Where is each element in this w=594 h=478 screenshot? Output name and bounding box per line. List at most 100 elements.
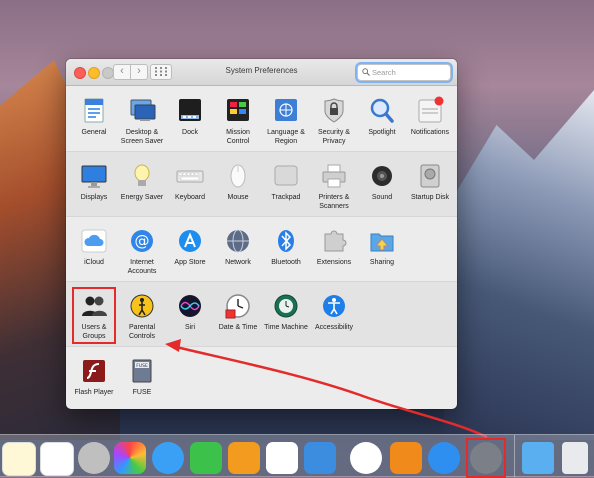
flash-player-icon [79, 356, 109, 386]
pref-accessibility[interactable]: Accessibility [310, 291, 358, 333]
spotlight-icon [367, 96, 397, 126]
search-field[interactable] [357, 64, 451, 81]
network-icon [223, 226, 253, 256]
mission-control-icon [223, 96, 253, 126]
search-icon [362, 68, 370, 76]
pref-label: General [81, 129, 107, 136]
users-groups-highlight [72, 287, 116, 344]
pref-siri[interactable]: Siri [166, 291, 214, 333]
pref-label: Displays [80, 194, 108, 201]
pref-security-privacy[interactable]: Security & Privacy [310, 96, 358, 146]
pref-network[interactable]: Network [214, 226, 262, 268]
pref-label: Desktop & Screen Saver [120, 129, 164, 145]
app-store-icon[interactable] [428, 442, 460, 474]
pref-label: Spotlight [368, 129, 396, 136]
siri-icon [175, 291, 205, 321]
pref-mouse[interactable]: Mouse [214, 161, 262, 203]
pref-label: FUSE [132, 389, 152, 396]
pref-label: Siri [184, 324, 196, 331]
search-input[interactable] [372, 66, 446, 78]
wallpaper-mountain-right [444, 90, 594, 440]
time-machine-icon [271, 291, 301, 321]
pref-label: Trackpad [271, 194, 301, 201]
pref-sound[interactable]: Sound [358, 161, 406, 203]
messages-icon[interactable] [152, 442, 184, 474]
pref-printers-scanners[interactable]: Printers & Scanners [310, 161, 358, 211]
notifications-icon [415, 96, 445, 126]
accessibility-icon [319, 291, 349, 321]
pref-fuse[interactable]: FUSE FUSE [118, 356, 166, 398]
dock-separator [514, 435, 515, 477]
pref-general[interactable]: General [70, 96, 118, 138]
notes-icon[interactable] [2, 442, 36, 476]
pages-icon[interactable] [228, 442, 260, 474]
pref-keyboard[interactable]: Keyboard [166, 161, 214, 203]
pref-label: Language & Region [267, 129, 305, 145]
pref-internet-accounts[interactable]: @ Internet Accounts [118, 226, 166, 276]
pref-startup-disk[interactable]: Startup Disk [406, 161, 454, 203]
facetime-icon[interactable] [190, 442, 222, 474]
svg-text:FUSE: FUSE [136, 363, 148, 369]
displays-icon [79, 161, 109, 191]
pref-label: Keyboard [175, 194, 205, 201]
pref-label: Extensions [316, 259, 352, 266]
numbers-icon[interactable] [266, 442, 298, 474]
downloads-folder-icon[interactable] [522, 442, 554, 474]
pref-time-machine[interactable]: Time Machine [262, 291, 310, 333]
trash-icon[interactable] [562, 442, 588, 474]
pref-label: Mission Control [226, 129, 250, 145]
pref-energy-saver[interactable]: Energy Saver [118, 161, 166, 203]
bluetooth-icon [271, 226, 301, 256]
pref-bluetooth[interactable]: Bluetooth [262, 226, 310, 268]
security-privacy-icon [319, 96, 349, 126]
pref-flash-player[interactable]: Flash Player [70, 356, 118, 398]
pref-label: Startup Disk [410, 194, 450, 201]
title-bar: ‹ › System Preferences [66, 59, 457, 86]
ibooks-icon[interactable] [390, 442, 422, 474]
pref-label: Mouse [227, 194, 249, 201]
pref-desktop-screen-saver[interactable]: Desktop & Screen Saver [118, 96, 166, 146]
pref-label: Date & Time [218, 324, 258, 331]
pref-label: Printers & Scanners [318, 194, 350, 210]
pref-trackpad[interactable]: Trackpad [262, 161, 310, 203]
pref-parental-controls[interactable]: Parental Controls [118, 291, 166, 341]
app-store-icon [175, 226, 205, 256]
pref-date-time[interactable]: Date & Time [214, 291, 262, 333]
pref-notifications[interactable]: Notifications [406, 96, 454, 138]
pref-sharing[interactable]: Sharing [358, 226, 406, 268]
desktop-screensaver-icon [127, 96, 157, 126]
pref-label: Parental Controls [128, 324, 156, 340]
pref-label: Accessibility [314, 324, 354, 331]
pref-label: Flash Player [74, 389, 114, 396]
pref-extensions[interactable]: Extensions [310, 226, 358, 268]
keynote-icon[interactable] [304, 442, 336, 474]
fuse-icon: FUSE [127, 356, 157, 386]
internet-accounts-icon: @ [127, 226, 157, 256]
pref-label: Internet Accounts [127, 259, 157, 275]
itunes-icon[interactable] [350, 442, 382, 474]
pref-mission-control[interactable]: Mission Control [214, 96, 262, 146]
pref-label: Time Machine [264, 324, 308, 331]
pref-label: Network [225, 259, 251, 266]
pref-label: App Store [174, 259, 206, 266]
energy-saver-icon [127, 161, 157, 191]
pref-app-store[interactable]: App Store [166, 226, 214, 268]
pref-spotlight[interactable]: Spotlight [358, 96, 406, 138]
photo-booth-icon[interactable] [78, 442, 110, 474]
reminders-icon[interactable] [40, 442, 74, 476]
icloud-icon [79, 226, 109, 256]
pref-displays[interactable]: Displays [70, 161, 118, 203]
startup-disk-icon [415, 161, 445, 191]
pref-label: Security & Privacy [318, 129, 350, 145]
language-region-icon [271, 96, 301, 126]
pref-label: Bluetooth [271, 259, 301, 266]
svg-text:@: @ [135, 232, 150, 250]
date-time-icon [223, 291, 253, 321]
dock-icon [175, 96, 205, 126]
photos-icon[interactable] [114, 442, 146, 474]
pref-label: Notifications [410, 129, 450, 136]
pref-label: Sharing [369, 259, 395, 266]
pref-icloud[interactable]: iCloud [70, 226, 118, 268]
pref-dock[interactable]: Dock [166, 96, 214, 138]
pref-language-region[interactable]: Language & Region [262, 96, 310, 146]
